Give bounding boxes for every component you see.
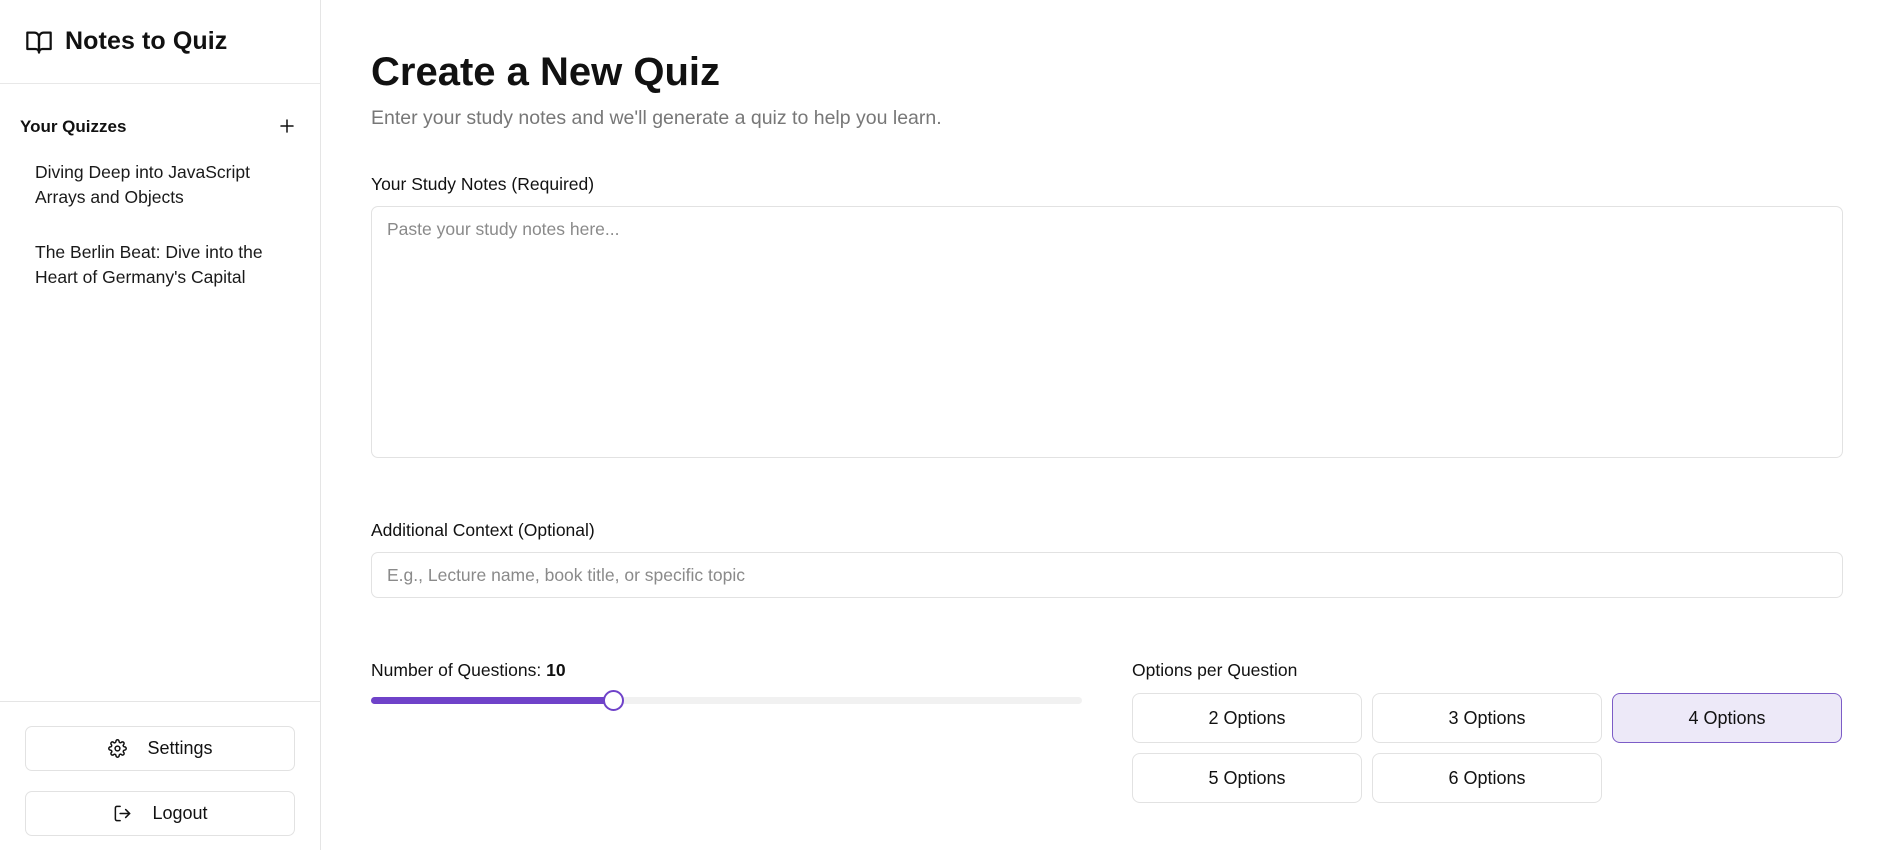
- gear-icon: [107, 739, 127, 759]
- new-quiz-button[interactable]: [276, 116, 298, 138]
- option-button-3[interactable]: 3 Options: [1372, 693, 1602, 743]
- logout-icon: [112, 804, 132, 824]
- sidebar: Notes to Quiz Your Quizzes Diving Deep i…: [0, 0, 321, 850]
- slider-fill: [371, 697, 613, 704]
- quizzes-header: Your Quizzes: [0, 114, 320, 140]
- option-button-2[interactable]: 2 Options: [1132, 693, 1362, 743]
- questions-slider[interactable]: [371, 689, 1082, 711]
- questions-label-text: Number of Questions:: [371, 660, 542, 680]
- quiz-settings-row: Number of Questions: 10 Options per Ques…: [371, 660, 1881, 803]
- questions-count-value: 10: [546, 660, 566, 680]
- page-title: Create a New Quiz: [371, 50, 721, 94]
- logout-label: Logout: [152, 803, 208, 823]
- option-button-6[interactable]: 6 Options: [1372, 753, 1602, 803]
- options-per-question-control: Options per Question 2 Options 3 Options…: [1132, 660, 1843, 803]
- context-input[interactable]: [371, 552, 1843, 598]
- quizzes-section-title: Your Quizzes: [20, 117, 127, 136]
- quiz-list: Diving Deep into JavaScript Arrays and O…: [0, 160, 320, 320]
- logout-button[interactable]: Logout: [25, 791, 295, 836]
- questions-count-label: Number of Questions: 10: [371, 660, 1082, 681]
- quiz-list-item[interactable]: The Berlin Beat: Dive into the Heart of …: [35, 240, 300, 290]
- sidebar-footer: Settings Logout: [0, 701, 320, 850]
- study-notes-label: Your Study Notes (Required): [371, 174, 595, 194]
- plus-icon: [278, 117, 296, 138]
- context-label: Additional Context (Optional): [371, 520, 595, 540]
- app-title: Notes to Quiz: [65, 27, 228, 55]
- options-label: Options per Question: [1132, 660, 1298, 680]
- settings-button[interactable]: Settings: [25, 726, 295, 771]
- app: Notes to Quiz Your Quizzes Diving Deep i…: [0, 0, 1881, 850]
- option-button-4[interactable]: 4 Options: [1612, 693, 1842, 743]
- option-button-5[interactable]: 5 Options: [1132, 753, 1362, 803]
- slider-thumb[interactable]: [603, 690, 624, 711]
- main-content: Create a New Quiz Enter your study notes…: [321, 0, 1881, 850]
- study-notes-textarea[interactable]: [371, 206, 1843, 458]
- settings-label: Settings: [147, 738, 213, 758]
- quiz-list-item[interactable]: Diving Deep into JavaScript Arrays and O…: [35, 160, 300, 210]
- options-grid: 2 Options 3 Options 4 Options 5 Options …: [1132, 693, 1843, 803]
- page-subtitle: Enter your study notes and we'll generat…: [371, 107, 942, 129]
- brand: Notes to Quiz: [0, 0, 320, 84]
- questions-count-control: Number of Questions: 10: [371, 660, 1082, 803]
- open-book-icon: [25, 27, 55, 57]
